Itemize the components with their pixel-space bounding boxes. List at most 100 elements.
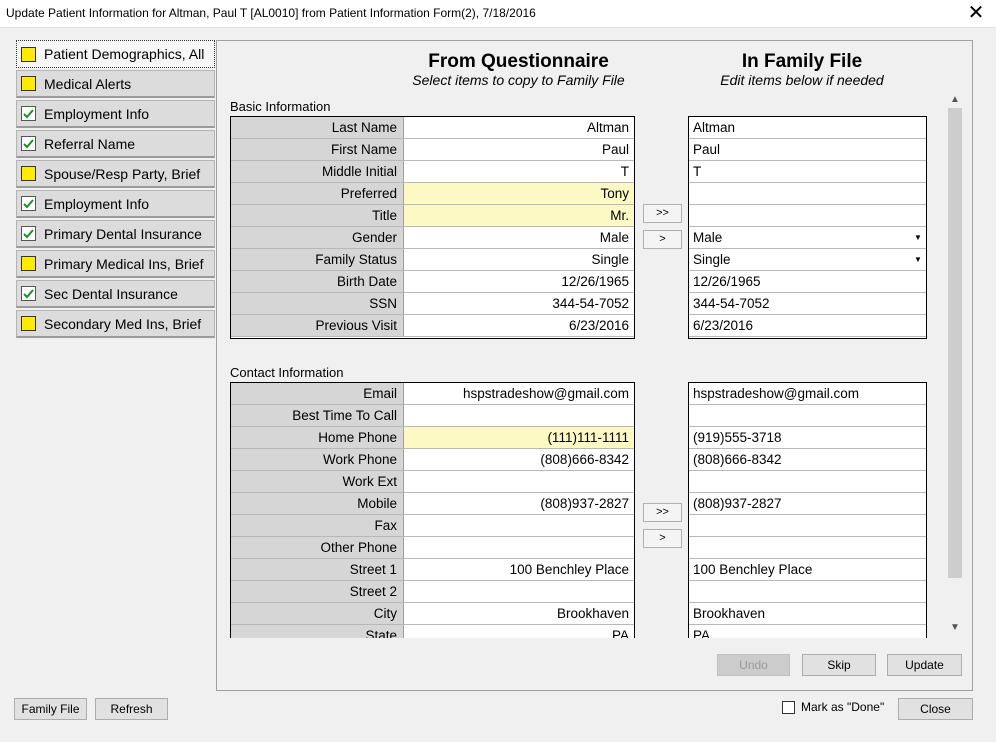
copy-one-basic-button[interactable]: >: [643, 230, 682, 249]
field-row: SSN 344-54-7052: [231, 293, 634, 315]
questionnaire-value[interactable]: [404, 515, 634, 536]
nav-item-label: Primary Medical Ins, Brief: [44, 255, 204, 272]
field-row: PA: [689, 625, 926, 638]
family-file-field[interactable]: 344-54-7052: [689, 293, 926, 314]
family-file-field[interactable]: [689, 537, 926, 558]
nav-item[interactable]: Referral Name: [16, 130, 215, 158]
field-label: Last Name: [231, 117, 404, 138]
close-icon[interactable]: ✕: [964, 2, 988, 24]
field-row: Gender Male: [231, 227, 634, 249]
family-file-field[interactable]: [689, 471, 926, 492]
copy-all-basic-button[interactable]: >>: [643, 204, 682, 223]
checkbox-box[interactable]: [782, 700, 795, 714]
skip-button[interactable]: Skip: [802, 654, 876, 676]
nav-item[interactable]: Secondary Med Ins, Brief: [16, 310, 215, 338]
nav-item[interactable]: Primary Dental Insurance: [16, 220, 215, 248]
nav-item[interactable]: Sec Dental Insurance: [16, 280, 215, 308]
dropdown-arrow-icon[interactable]: ▼: [910, 227, 926, 248]
refresh-button[interactable]: Refresh: [95, 698, 168, 720]
questionnaire-value[interactable]: [404, 537, 634, 558]
nav-item-label: Sec Dental Insurance: [44, 285, 178, 302]
questionnaire-value[interactable]: PA: [404, 625, 634, 638]
close-button[interactable]: Close: [898, 698, 973, 720]
questionnaire-value[interactable]: (111)111-1111: [404, 427, 634, 448]
family-file-field[interactable]: Paul: [689, 139, 926, 160]
questionnaire-value[interactable]: (808)937-2827: [404, 493, 634, 514]
family-file-field[interactable]: 100 Benchley Place: [689, 559, 926, 580]
field-row: Preferred Tony: [231, 183, 634, 205]
field-label: Email: [231, 383, 404, 404]
questionnaire-value[interactable]: hspstradeshow@gmail.com: [404, 383, 634, 404]
questionnaire-value[interactable]: Male: [404, 227, 634, 248]
nav-item[interactable]: Employment Info: [16, 190, 215, 218]
family-file-field[interactable]: 6/23/2016: [689, 315, 926, 336]
questionnaire-value[interactable]: 100 Benchley Place: [404, 559, 634, 580]
questionnaire-value[interactable]: [404, 405, 634, 426]
family-file-field[interactable]: [689, 205, 926, 226]
contact-from-grid: Email hspstradeshow@gmail.com Best Time To…: [230, 382, 635, 638]
questionnaire-value[interactable]: Mr.: [404, 205, 634, 226]
field-row: Street 1 100 Benchley Place: [231, 559, 634, 581]
questionnaire-value[interactable]: Brookhaven: [404, 603, 634, 624]
field-row: Street 2: [231, 581, 634, 603]
field-row: 12/26/1965: [689, 271, 926, 293]
dropdown-arrow-icon[interactable]: ▼: [910, 249, 926, 270]
nav-item-label: Medical Alerts: [44, 75, 132, 92]
field-label: Home Phone: [231, 427, 404, 448]
contact-to-clip: hspstradeshow@gmail.com (919)555-3718 (808…: [688, 382, 928, 638]
copy-one-contact-button[interactable]: >: [643, 529, 682, 548]
family-file-field[interactable]: Male: [689, 227, 910, 248]
nav-item[interactable]: Primary Medical Ins, Brief: [16, 250, 215, 278]
questionnaire-value[interactable]: [404, 581, 634, 602]
undo-button[interactable]: Undo: [717, 654, 790, 676]
copy-all-contact-button[interactable]: >>: [643, 503, 682, 522]
family-file-field[interactable]: (808)937-2827: [689, 493, 926, 514]
scroll-up-icon[interactable]: ▲: [946, 94, 964, 108]
questionnaire-value[interactable]: 344-54-7052: [404, 293, 634, 314]
family-file-field[interactable]: PA: [689, 625, 926, 638]
family-file-field[interactable]: [689, 183, 926, 204]
questionnaire-value[interactable]: 12/26/1965: [404, 271, 634, 292]
field-label: SSN: [231, 293, 404, 314]
scroll-down-icon[interactable]: ▼: [946, 622, 964, 636]
to-header: In Family File: [741, 51, 863, 72]
field-row: hspstradeshow@gmail.com: [689, 383, 926, 405]
field-label: Street 2: [231, 581, 404, 602]
basic-to-grid: Altman Paul T Male ▼ Single ▼ 12/26/1965 344-54-…: [688, 116, 927, 339]
questionnaire-value[interactable]: T: [404, 161, 634, 182]
questionnaire-value[interactable]: [404, 471, 634, 492]
field-row: [689, 581, 926, 603]
field-row: Birth Date 12/26/1965: [231, 271, 634, 293]
family-file-field[interactable]: Single: [689, 249, 910, 270]
family-file-field[interactable]: [689, 405, 926, 426]
questionnaire-value[interactable]: (808)666-8342: [404, 449, 634, 470]
field-row: (808)937-2827: [689, 493, 926, 515]
questionnaire-value[interactable]: 6/23/2016: [404, 315, 634, 336]
nav-item[interactable]: Medical Alerts: [16, 70, 215, 98]
questionnaire-value[interactable]: Paul: [404, 139, 634, 160]
family-file-field[interactable]: [689, 581, 926, 602]
field-row: Work Phone (808)666-8342: [231, 449, 634, 471]
family-file-field[interactable]: [689, 515, 926, 536]
window-title: Update Patient Information for Altman, P…: [6, 6, 536, 20]
family-file-field[interactable]: (919)555-3718: [689, 427, 926, 448]
family-file-field[interactable]: Altman: [689, 117, 926, 138]
nav-item[interactable]: Spouse/Resp Party, Brief: [16, 160, 215, 188]
family-file-field[interactable]: T: [689, 161, 926, 182]
questionnaire-value[interactable]: Single: [404, 249, 634, 270]
update-button[interactable]: Update: [887, 654, 962, 676]
family-file-field[interactable]: (808)666-8342: [689, 449, 926, 470]
field-label: Family Status: [231, 249, 404, 270]
questionnaire-value[interactable]: Tony: [404, 183, 634, 204]
mark-done-checkbox[interactable]: Mark as "Done": [782, 700, 884, 714]
field-row: Previous Visit 6/23/2016: [231, 315, 634, 337]
nav-item[interactable]: Employment Info: [16, 100, 215, 128]
scrollbar-thumb[interactable]: [948, 108, 962, 578]
family-file-button[interactable]: Family File: [14, 698, 87, 720]
status-box-icon: [21, 316, 36, 331]
family-file-field[interactable]: 12/26/1965: [689, 271, 926, 292]
questionnaire-value[interactable]: Altman: [404, 117, 634, 138]
family-file-field[interactable]: hspstradeshow@gmail.com: [689, 383, 926, 404]
family-file-field[interactable]: Brookhaven: [689, 603, 926, 624]
nav-item[interactable]: Patient Demographics, All: [16, 40, 215, 68]
